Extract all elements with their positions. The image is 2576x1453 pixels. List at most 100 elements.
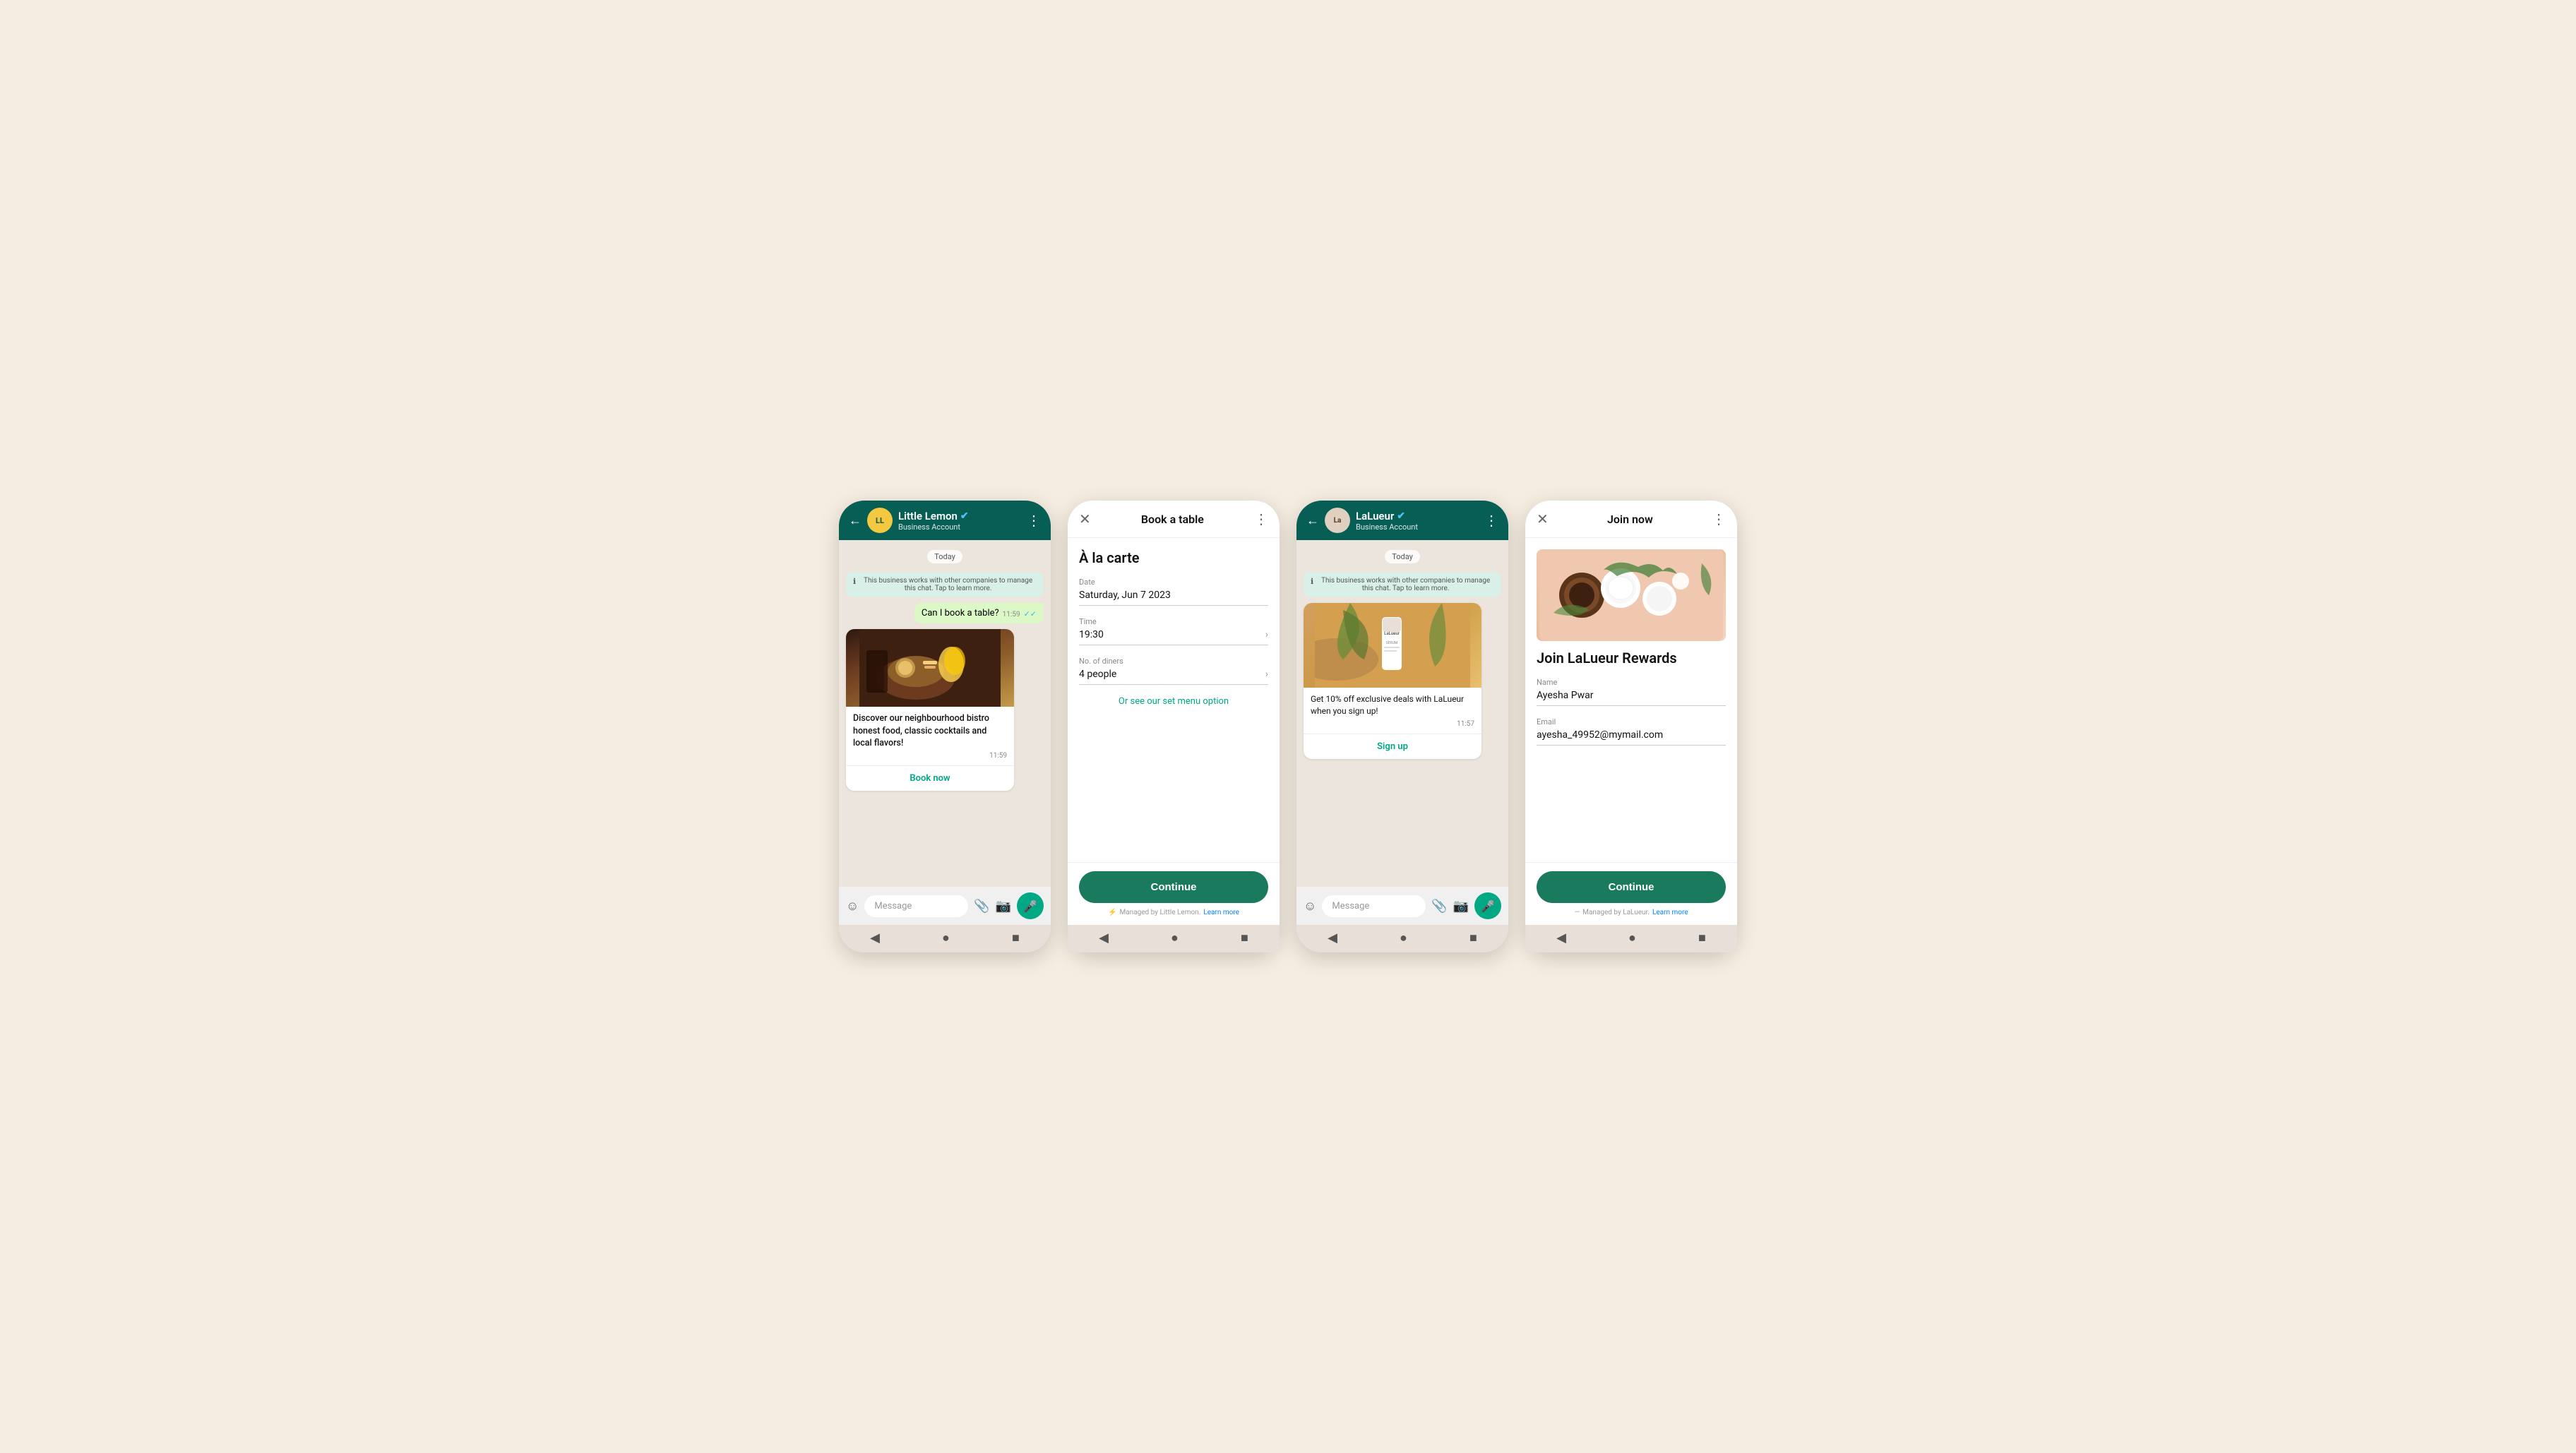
product-card: LaLueur SERUM Get 10% off exclusive deal… bbox=[1304, 603, 1481, 759]
phone-1-header: ← LL Little Lemon ✔ Business Account ⋮ bbox=[839, 501, 1051, 540]
nav-square-m1[interactable]: ■ bbox=[1241, 931, 1248, 945]
modal-2-nav: ◀ ● ■ bbox=[1525, 925, 1737, 952]
food-art bbox=[846, 629, 1014, 707]
nav-home-m2[interactable]: ● bbox=[1628, 931, 1636, 945]
message-input-1[interactable]: Message bbox=[864, 895, 968, 917]
modal-1-header: ✕ Book a table ⋮ bbox=[1068, 501, 1280, 538]
avatar-1: LL bbox=[867, 508, 893, 533]
modal-1-title: Book a table bbox=[1141, 513, 1204, 526]
card-image-1 bbox=[846, 629, 1014, 707]
continue-button-2[interactable]: Continue bbox=[1537, 871, 1726, 903]
modal-2-close[interactable]: ✕ bbox=[1537, 510, 1549, 527]
form-label-diners: No. of diners bbox=[1079, 657, 1268, 666]
nav-square-1[interactable]: ■ bbox=[1012, 931, 1020, 945]
nav-back-m2[interactable]: ◀ bbox=[1556, 931, 1566, 945]
camera-button-1[interactable]: 📷 bbox=[996, 899, 1011, 914]
header-info-2: LaLueur ✔ Business Account bbox=[1356, 510, 1479, 532]
learn-more-2[interactable]: Learn more bbox=[1652, 909, 1688, 916]
nav-square-2[interactable]: ■ bbox=[1469, 931, 1477, 945]
chat-body-1: Today ℹ This business works with other c… bbox=[839, 540, 1051, 887]
form-value-diners[interactable]: 4 people › bbox=[1079, 669, 1268, 685]
form-field-diners: No. of diners 4 people › bbox=[1079, 657, 1268, 685]
sign-up-button[interactable]: Sign up bbox=[1304, 734, 1481, 759]
date-badge-1: Today bbox=[927, 550, 962, 563]
chat-input-bar-2: ☺ Message 📎 📷 🎤 bbox=[1296, 887, 1508, 925]
msg-ticks-1: ✓✓ bbox=[1024, 609, 1037, 618]
product-image: LaLueur SERUM bbox=[1304, 603, 1481, 688]
nav-home-2[interactable]: ● bbox=[1400, 931, 1407, 945]
svg-text:LaLueur: LaLueur bbox=[1384, 631, 1400, 636]
header-info-1: Little Lemon ✔ Business Account bbox=[898, 510, 1021, 532]
emoji-button-2[interactable]: ☺ bbox=[1304, 899, 1316, 914]
form-label-email: Email bbox=[1537, 717, 1726, 726]
nav-back-2[interactable]: ◀ bbox=[1328, 931, 1337, 945]
managed-text-1: ⚡ Managed by Little Lemon. Learn more bbox=[1079, 909, 1268, 916]
header-name-1: Little Lemon ✔ bbox=[898, 510, 1021, 522]
mic-button-1[interactable]: 🎤 bbox=[1017, 892, 1044, 919]
continue-button-1[interactable]: Continue bbox=[1079, 871, 1268, 903]
svg-text:SERUM: SERUM bbox=[1386, 641, 1398, 645]
attach-button-1[interactable]: 📎 bbox=[974, 899, 989, 914]
learn-more-1[interactable]: Learn more bbox=[1203, 909, 1239, 916]
managed-text-2: — Managed by LaLueur. Learn more bbox=[1537, 909, 1726, 916]
nav-square-m2[interactable]: ■ bbox=[1698, 931, 1706, 945]
modal-1-body: À la carte Date Saturday, Jun 7 2023 Tim… bbox=[1068, 538, 1280, 862]
back-arrow-1[interactable]: ← bbox=[849, 513, 861, 528]
form-title-1: À la carte bbox=[1079, 549, 1268, 566]
verified-check-2: ✔ bbox=[1397, 510, 1405, 522]
chevron-diners: › bbox=[1265, 669, 1268, 680]
info-icon-2: ℹ bbox=[1311, 577, 1313, 586]
phone-nav-2: ◀ ● ■ bbox=[1296, 925, 1508, 952]
emoji-button-1[interactable]: ☺ bbox=[846, 899, 859, 914]
back-arrow-2[interactable]: ← bbox=[1306, 513, 1319, 528]
form-label-time: Time bbox=[1079, 617, 1268, 626]
form-field-name: Name Ayesha Pwar bbox=[1537, 678, 1726, 706]
chat-body-2: Today ℹ This business works with other c… bbox=[1296, 540, 1508, 887]
form-value-name[interactable]: Ayesha Pwar bbox=[1537, 690, 1726, 706]
set-menu-link[interactable]: Or see our set menu option bbox=[1079, 696, 1268, 707]
message-input-2[interactable]: Message bbox=[1322, 895, 1426, 917]
chat-input-bar-1: ☺ Message 📎 📷 🎤 bbox=[839, 887, 1051, 925]
modal-1: ✕ Book a table ⋮ À la carte Date Saturda… bbox=[1068, 501, 1280, 952]
avatar-2: La bbox=[1325, 508, 1350, 533]
dots-menu-2[interactable]: ⋮ bbox=[1484, 512, 1498, 529]
modal-2-dots[interactable]: ⋮ bbox=[1712, 510, 1726, 527]
header-name-2: LaLueur ✔ bbox=[1356, 510, 1479, 522]
nav-home-1[interactable]: ● bbox=[942, 931, 950, 945]
form-label-name: Name bbox=[1537, 678, 1726, 687]
nav-back-m1[interactable]: ◀ bbox=[1099, 931, 1109, 945]
product-time: 11:57 bbox=[1457, 720, 1474, 728]
info-icon-1: ℹ bbox=[853, 577, 856, 586]
attach-button-2[interactable]: 📎 bbox=[1431, 899, 1447, 914]
mic-button-2[interactable]: 🎤 bbox=[1474, 892, 1501, 919]
form-value-date[interactable]: Saturday, Jun 7 2023 bbox=[1079, 590, 1268, 606]
modal-1-dots[interactable]: ⋮ bbox=[1254, 510, 1268, 527]
rewards-image bbox=[1537, 549, 1726, 641]
nav-back-1[interactable]: ◀ bbox=[870, 931, 880, 945]
modal-2-body: Join LaLueur Rewards Name Ayesha Pwar Em… bbox=[1525, 538, 1737, 862]
camera-button-2[interactable]: 📷 bbox=[1453, 899, 1469, 914]
rewards-svg bbox=[1539, 549, 1723, 641]
dots-menu-1[interactable]: ⋮ bbox=[1027, 512, 1041, 529]
verified-check-1: ✔ bbox=[960, 510, 969, 522]
nav-home-m1[interactable]: ● bbox=[1171, 931, 1179, 945]
card-msg-1: Discover our neighbourhood bistro honest… bbox=[846, 629, 1014, 791]
form-label-date: Date bbox=[1079, 578, 1268, 587]
modal-1-nav: ◀ ● ■ bbox=[1068, 925, 1280, 952]
modal-1-footer: Continue ⚡ Managed by Little Lemon. Lear… bbox=[1068, 862, 1280, 925]
book-now-button[interactable]: Book now bbox=[846, 765, 1014, 791]
card-title-1: Discover our neighbourhood bistro honest… bbox=[853, 712, 1007, 750]
form-value-time[interactable]: 19:30 › bbox=[1079, 629, 1268, 645]
card-content-1: Discover our neighbourhood bistro honest… bbox=[846, 707, 1014, 765]
info-notice-1: ℹ This business works with other compani… bbox=[846, 572, 1044, 597]
header-sub-1: Business Account bbox=[898, 522, 1021, 532]
outgoing-msg-1: Can I book a table? 11:59 ✓✓ bbox=[914, 603, 1044, 623]
modal-2-header: ✕ Join now ⋮ bbox=[1525, 501, 1737, 538]
form-value-email[interactable]: ayesha_49952@mymail.com bbox=[1537, 729, 1726, 746]
phone-2: ← La LaLueur ✔ Business Account ⋮ Today … bbox=[1296, 501, 1508, 952]
modal-1-close[interactable]: ✕ bbox=[1079, 510, 1091, 527]
phone-2-header: ← La LaLueur ✔ Business Account ⋮ bbox=[1296, 501, 1508, 540]
header-sub-2: Business Account bbox=[1356, 522, 1479, 532]
phone-1: ← LL Little Lemon ✔ Business Account ⋮ T… bbox=[839, 501, 1051, 952]
product-desc: Get 10% off exclusive deals with LaLueur… bbox=[1311, 693, 1474, 717]
